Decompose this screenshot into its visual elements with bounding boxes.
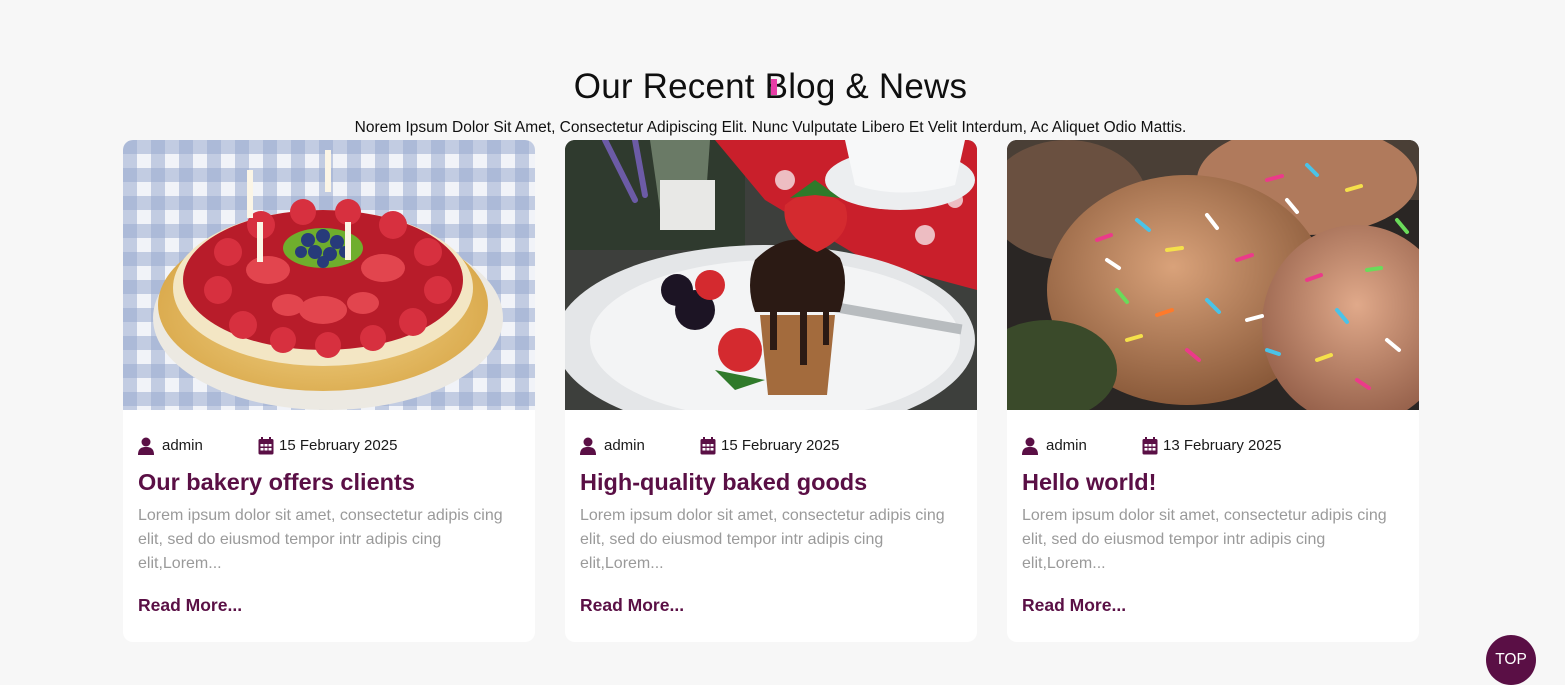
calendar-icon	[258, 437, 274, 455]
post-date[interactable]: 15 February 2025	[700, 436, 839, 456]
post-title[interactable]: Our bakery offers clients	[138, 466, 523, 498]
blog-card: admin 15 February 2025 Our bakery offers…	[123, 140, 535, 642]
post-author-name: admin	[1046, 437, 1087, 454]
post-meta: admin 15 February 2025	[138, 436, 518, 456]
post-title[interactable]: High-quality baked goods	[580, 466, 965, 498]
section-subtitle: Norem Ipsum Dolor Sit Amet, Consectetur …	[354, 118, 1187, 136]
scroll-to-top-button[interactable]: TOP	[1486, 635, 1536, 685]
title-accent-bar	[771, 79, 777, 95]
chocolate-muffin-photo	[565, 140, 977, 410]
post-excerpt: Lorem ipsum dolor sit amet, consectetur …	[580, 507, 945, 572]
post-date[interactable]: 15 February 2025	[258, 436, 397, 456]
read-more-link[interactable]: Read More...	[138, 593, 242, 617]
post-author[interactable]: admin	[138, 436, 203, 456]
blog-card: admin 15 February 2025 High-quality bake…	[565, 140, 977, 642]
blog-card-image[interactable]	[1007, 140, 1419, 410]
user-icon	[138, 437, 154, 455]
read-more-link[interactable]: Read More...	[1022, 593, 1126, 617]
post-author[interactable]: admin	[580, 436, 645, 456]
post-excerpt: Lorem ipsum dolor sit amet, consectetur …	[1022, 507, 1387, 572]
post-author-name: admin	[162, 437, 203, 454]
user-icon	[580, 437, 596, 455]
post-meta: admin 15 February 2025	[580, 436, 960, 456]
calendar-icon	[1142, 437, 1158, 455]
post-date-text: 15 February 2025	[279, 437, 398, 454]
post-date-text: 13 February 2025	[1163, 437, 1282, 454]
blog-card: admin 13 February 2025 Hello world! Lore…	[1007, 140, 1419, 642]
calendar-icon	[700, 437, 716, 455]
post-author-name: admin	[604, 437, 645, 454]
post-title[interactable]: Hello world!	[1022, 466, 1407, 498]
user-icon	[1022, 437, 1038, 455]
post-excerpt: Lorem ipsum dolor sit amet, consectetur …	[138, 507, 503, 572]
blog-card-image[interactable]	[123, 140, 535, 410]
fruit-tart-photo	[123, 140, 535, 410]
post-author[interactable]: admin	[1022, 436, 1087, 456]
blog-card-image[interactable]	[565, 140, 977, 410]
sprinkle-muffins-photo	[1007, 140, 1419, 410]
post-meta: admin 13 February 2025	[1022, 436, 1402, 456]
post-date[interactable]: 13 February 2025	[1142, 436, 1281, 456]
post-date-text: 15 February 2025	[721, 437, 840, 454]
read-more-link[interactable]: Read More...	[580, 593, 684, 617]
